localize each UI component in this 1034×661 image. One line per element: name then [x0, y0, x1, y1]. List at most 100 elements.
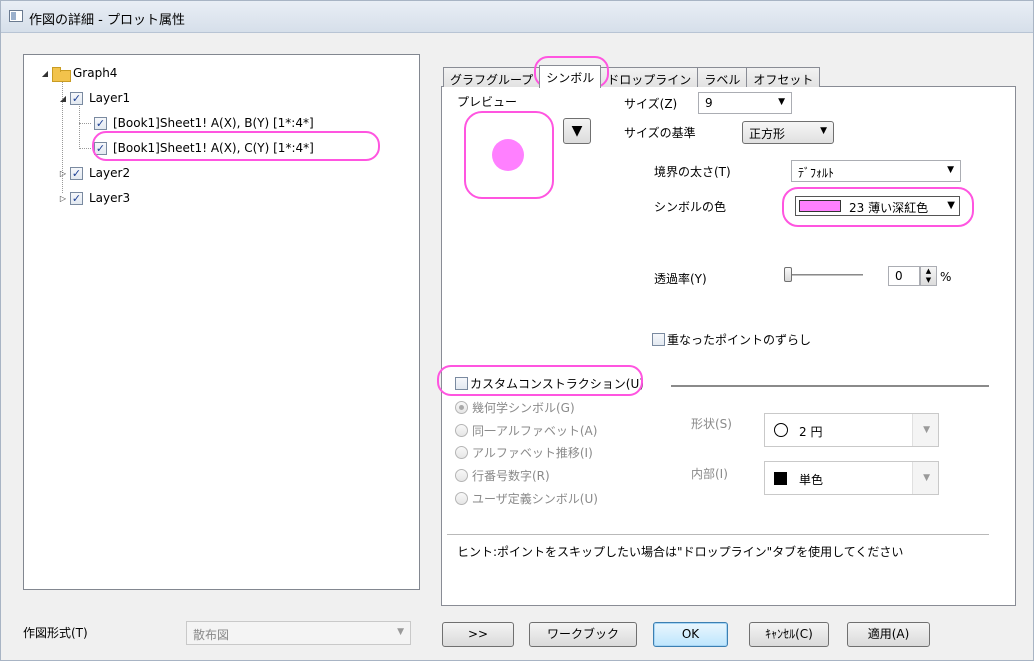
size-basis-label: サイズの基準	[624, 126, 696, 140]
tree-item-label: [Book1]Sheet1! A(X), B(Y) [1*:4*]	[113, 116, 314, 130]
title-bar: 作図の詳細 - プロット属性	[1, 1, 1033, 33]
radio-button[interactable]	[455, 469, 468, 482]
layer1-checkbox[interactable]	[70, 91, 83, 105]
radio-user-defined[interactable]: ユーザ定義シンボル(U)	[455, 490, 598, 507]
tab-label[interactable]: ラベル	[697, 67, 748, 87]
separator	[671, 385, 989, 387]
radio-label: 行番号数字(R)	[472, 469, 550, 483]
transparency-label: 透過率(Y)	[654, 272, 707, 286]
tab-bar: グラフグループ シンボル ドロップライン ラベル オフセット	[443, 65, 821, 88]
radio-label: 同一アルファベット(A)	[472, 424, 598, 438]
offset-points-option[interactable]: 重なったポイントのずらし	[652, 331, 811, 348]
shape-select[interactable]: 2 円 ▼	[764, 413, 939, 447]
interior-select[interactable]: 単色 ▼	[764, 461, 939, 495]
tree-item-plot1[interactable]: [Book1]Sheet1! A(X), B(Y) [1*:4*]	[94, 114, 314, 132]
radio-button[interactable]	[455, 401, 468, 414]
chevron-down-icon: ▼	[820, 126, 827, 136]
tree-item-label: Layer1	[89, 91, 131, 105]
radio-label: アルファベット推移(I)	[472, 446, 593, 460]
tree-item-layer1[interactable]: ◢ Layer1	[58, 89, 130, 107]
tab-drop-lines[interactable]: ドロップライン	[600, 67, 699, 87]
collapse-icon[interactable]: ◢	[40, 69, 50, 78]
size-label: サイズ(Z)	[624, 97, 678, 111]
cancel-button[interactable]: ｷｬﾝｾﾙ(C)	[749, 622, 829, 647]
size-basis-value: 正方形	[749, 127, 786, 141]
tree-item-label: Graph4	[73, 66, 118, 80]
tree-line	[79, 148, 91, 149]
radio-label: 幾何学シンボル(G)	[472, 401, 575, 415]
collapse-icon[interactable]: ◢	[58, 94, 68, 103]
tab-symbol[interactable]: シンボル	[539, 65, 602, 88]
apply-button[interactable]: 適用(A)	[847, 622, 930, 647]
edge-thickness-value: ﾃﾞﾌｫﾙﾄ	[798, 166, 835, 180]
radio-button[interactable]	[455, 424, 468, 437]
highlight-plot2	[92, 131, 380, 161]
circle-icon	[774, 423, 788, 437]
symbol-color-label: シンボルの色	[654, 200, 727, 214]
separator	[447, 534, 989, 535]
workbook-button[interactable]: ワークブック	[529, 622, 637, 647]
highlight-preview	[464, 111, 554, 199]
spin-down-icon[interactable]: ▼	[926, 276, 931, 284]
window-title: 作図の詳細 - プロット属性	[29, 13, 185, 28]
offset-points-label: 重なったポイントのずらし	[667, 333, 812, 347]
expand-button[interactable]: >>	[442, 622, 514, 647]
folder-icon	[52, 66, 71, 82]
radio-geometric[interactable]: 幾何学シンボル(G)	[455, 399, 575, 416]
plot-type-select: 散布図 ▼	[186, 621, 411, 645]
shape-label: 形状(S)	[691, 417, 732, 431]
plot1-checkbox[interactable]	[94, 116, 107, 130]
radio-row-number[interactable]: 行番号数字(R)	[455, 467, 550, 484]
expand-icon[interactable]: ▷	[58, 194, 68, 203]
chevron-down-icon: ▼	[397, 627, 404, 637]
dialog-window: 作図の詳細 - プロット属性 ◢ Graph4 ◢ Layer1 [Book1]…	[0, 0, 1034, 661]
radio-button[interactable]	[455, 492, 468, 505]
hint-text: ヒント:ポイントをスキップしたい場合は"ドロップライン"タブを使用してください	[457, 545, 904, 559]
radio-letter-increment[interactable]: アルファベット推移(I)	[455, 444, 593, 461]
transparency-spinner[interactable]: ▲ ▼	[920, 266, 937, 286]
size-basis-select[interactable]: 正方形 ▼	[742, 121, 834, 144]
app-icon	[9, 10, 23, 22]
tree-item-layer3[interactable]: ▷ Layer3	[58, 189, 130, 207]
chevron-down-icon: ▼	[947, 165, 954, 175]
edge-thickness-label: 境界の太さ(T)	[654, 165, 731, 179]
interior-label: 内部(I)	[691, 467, 728, 481]
highlight-custom-construction	[437, 365, 643, 396]
transparency-unit: %	[940, 270, 952, 284]
edge-thickness-combo[interactable]: ﾃﾞﾌｫﾙﾄ ▼	[791, 160, 961, 182]
layer2-checkbox[interactable]	[70, 166, 83, 180]
tree-item-label: Layer3	[89, 191, 131, 205]
tree-item-label: Layer2	[89, 166, 131, 180]
plot-type-value: 散布図	[193, 628, 230, 642]
chevron-down-icon: ▼	[778, 97, 785, 107]
expand-icon[interactable]: ▷	[58, 169, 68, 178]
tree-line	[79, 101, 80, 149]
highlight-color	[782, 187, 974, 227]
size-value: 9	[705, 96, 713, 110]
transparency-slider-thumb[interactable]	[784, 267, 792, 282]
interior-value: 単色	[799, 473, 824, 487]
triangle-down-icon: ▼	[571, 123, 583, 139]
preview-label: プレビュー	[457, 95, 518, 109]
tree-item-layer2[interactable]: ▷ Layer2	[58, 164, 130, 182]
chevron-down-icon: ▼	[923, 425, 930, 435]
tab-graph-group[interactable]: グラフグループ	[443, 67, 541, 87]
shape-value: 2 円	[799, 425, 823, 439]
tree-line	[79, 123, 91, 124]
layer3-checkbox[interactable]	[70, 191, 83, 205]
radio-label: ユーザ定義シンボル(U)	[472, 492, 598, 506]
plot-type-label: 作図形式(T)	[23, 626, 88, 640]
tab-offset[interactable]: オフセット	[746, 67, 821, 87]
transparency-slider-track[interactable]	[787, 274, 863, 276]
size-combo[interactable]: 9 ▼	[698, 92, 792, 114]
ok-button[interactable]: OK	[653, 622, 728, 647]
transparency-input[interactable]: 0	[888, 266, 920, 286]
symbol-gallery-button[interactable]: ▼	[563, 118, 591, 144]
solid-square-icon	[774, 472, 787, 485]
chevron-down-icon: ▼	[923, 473, 930, 483]
tree-item-graph[interactable]: ◢ Graph4	[40, 64, 117, 82]
radio-same-letter[interactable]: 同一アルファベット(A)	[455, 422, 597, 439]
radio-button[interactable]	[455, 446, 468, 459]
offset-points-checkbox[interactable]	[652, 333, 665, 346]
spin-up-icon[interactable]: ▲	[926, 267, 931, 275]
